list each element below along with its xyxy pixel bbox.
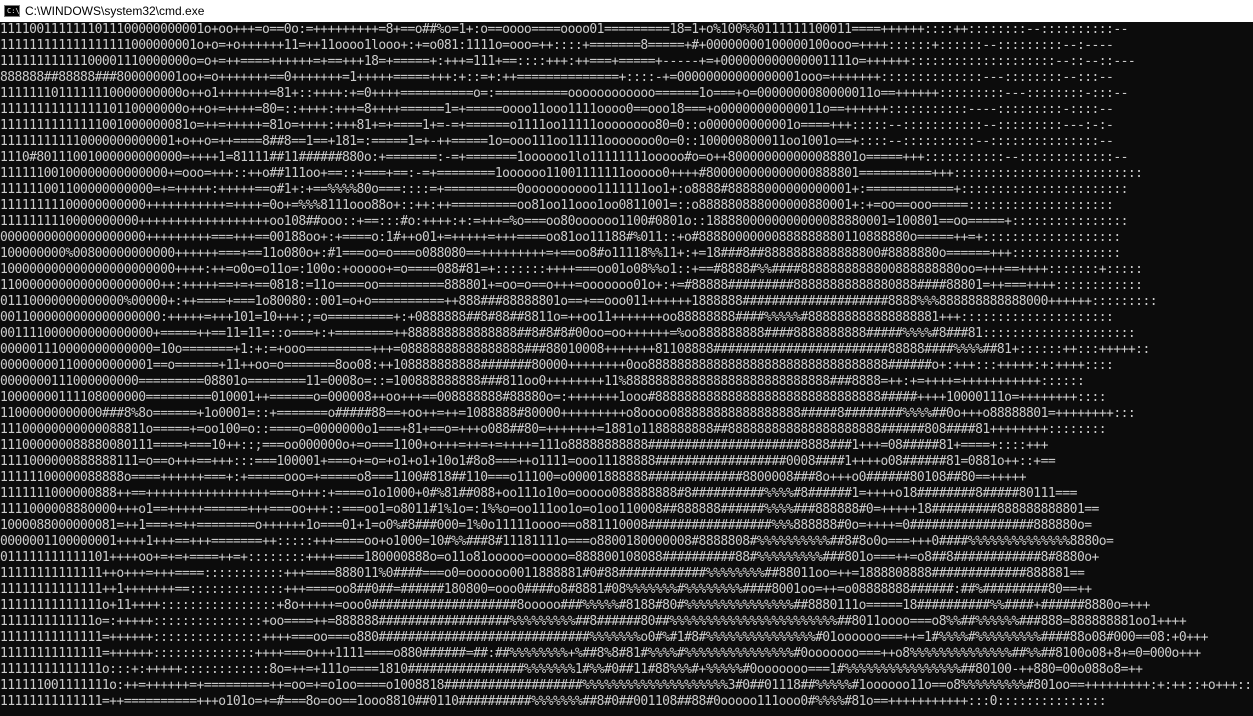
console-line: 11111111111111=++++++:::::::::::::::++++… [0,630,1208,645]
console-line: 111111001100000000000=+=+++++:+++++==o#1… [0,182,1128,197]
console-line: 11111111111111=++==========+++o101o=+=#=… [0,694,1107,709]
console-line: 11111111111111=++++++::::::::::::::++++=… [0,646,1201,661]
console-line: 1111111111111o=:+++++:::::::::::::::+oo=… [0,614,1187,629]
console-line: 1111000000888888111=o==o+++==+++:::===10… [0,454,1056,469]
console-line: 111111111110000000000001+o++o=++====8##8… [0,134,1114,149]
console-line: 11111111111111o+11++++::::::::::::::::+8… [0,598,1150,613]
console-line: 1111111111111110110000000o++o+=++++=80=:… [0,102,1114,117]
console-line: 11000000000000###8%8o======+1o0001=::+==… [0,406,1136,421]
console-line: 11111111100000000000+++++++++++=++++=0o+… [0,198,1114,213]
console-line: 11111111111111001000000081o=++=+++++=81o… [0,118,1114,133]
console-line: 01110000000000000%00000+:++====+===1o800… [0,294,1158,309]
console-line: 11111100100000000000000+=ooo=+++::++o##1… [0,166,1143,181]
console-line: 11111111111111++1+++++++==:::::::::::::+… [0,582,1092,597]
console-line: 888888##88888###800000001oo+=o+++++++==0… [0,70,1114,85]
console-line: 1111001111111011100000000001o+oo+++=o==0… [0,22,1128,37]
console-line: 1111111000000888++==+++++++++++++++++===… [0,486,1078,501]
window-title: C:\WINDOWS\system32\cmd.exe [25,4,205,18]
console-line: 1111000008880000+++o1==+++++======+++===… [0,502,1099,517]
console-line: 1111111110000000000++++++++++++++++++oo1… [0,214,1128,229]
console-line: 0000001100000001++++1+++==+++=======++::… [0,534,1114,549]
console-line: 100000000000000000000000++++:++=o0o=o11o… [0,262,1143,277]
console-output[interactable]: 1111001111111011100000000001o+oo+++=o==0… [0,22,1253,716]
console-line: 111111111111111111000000001o+o=+o++++++1… [0,38,1114,53]
console-line: 0000000111000000000=========08801o======… [0,374,1085,389]
console-icon-glyph: C:\ [7,6,20,15]
console-icon[interactable]: C:\ [4,5,20,17]
console-line: 000001110000000000000=10o=======+1:+:=+o… [0,342,1150,357]
console-line: 001111000000000000000+=====++==11=11=::o… [0,326,1136,341]
console-line: 0011000000000000000000:+++++=+++101=10++… [0,310,1114,325]
console-line: 1110#80111001000000000000=++++1=81111##1… [0,150,1128,165]
console-line: 100000000%00800000000000++++++===+==11o0… [0,246,1121,261]
console-line: 1100000000000000000000++:+++++==+=+==081… [0,278,1143,293]
console-line: 11111111111100001110000000o=o+=++====+++… [0,54,1136,69]
console-window: C:\ C:\WINDOWS\system32\cmd.exe 11110011… [0,0,1253,716]
console-line: 011111111111101++++oo+=+=+====++=+::::::… [0,550,1099,565]
console-line: 00000000000000000000+++++++++===+++==001… [0,230,1121,245]
console-line: 11111100000088888o====++++++===+:+=====o… [0,470,1027,485]
console-line: 1111111011111110000000000o++o1+++++++=81… [0,86,1128,101]
console-line: 11111111111111++o+++=+++====:::::::::::+… [0,566,1085,581]
title-bar[interactable]: C:\ C:\WINDOWS\system32\cmd.exe [0,0,1253,22]
console-line: 000000001100000000001==o======+11++oo=o=… [0,358,1114,373]
console-line: 1000088000000081=++1===+=++========o++++… [0,518,1092,533]
console-line: 111000000088880080111====+===10++::;===o… [0,438,1048,453]
console-line: 11100000000000088811o=====+=oo100=o::===… [0,422,1107,437]
console-line: 10000000111108000000=========010001++===… [0,390,1107,405]
console-line: 11111111111111o:::+:+++++::::::::::::8o=… [0,662,1143,677]
console-line: 111111001111111o:++=++++++=+=========++=… [0,678,1253,693]
